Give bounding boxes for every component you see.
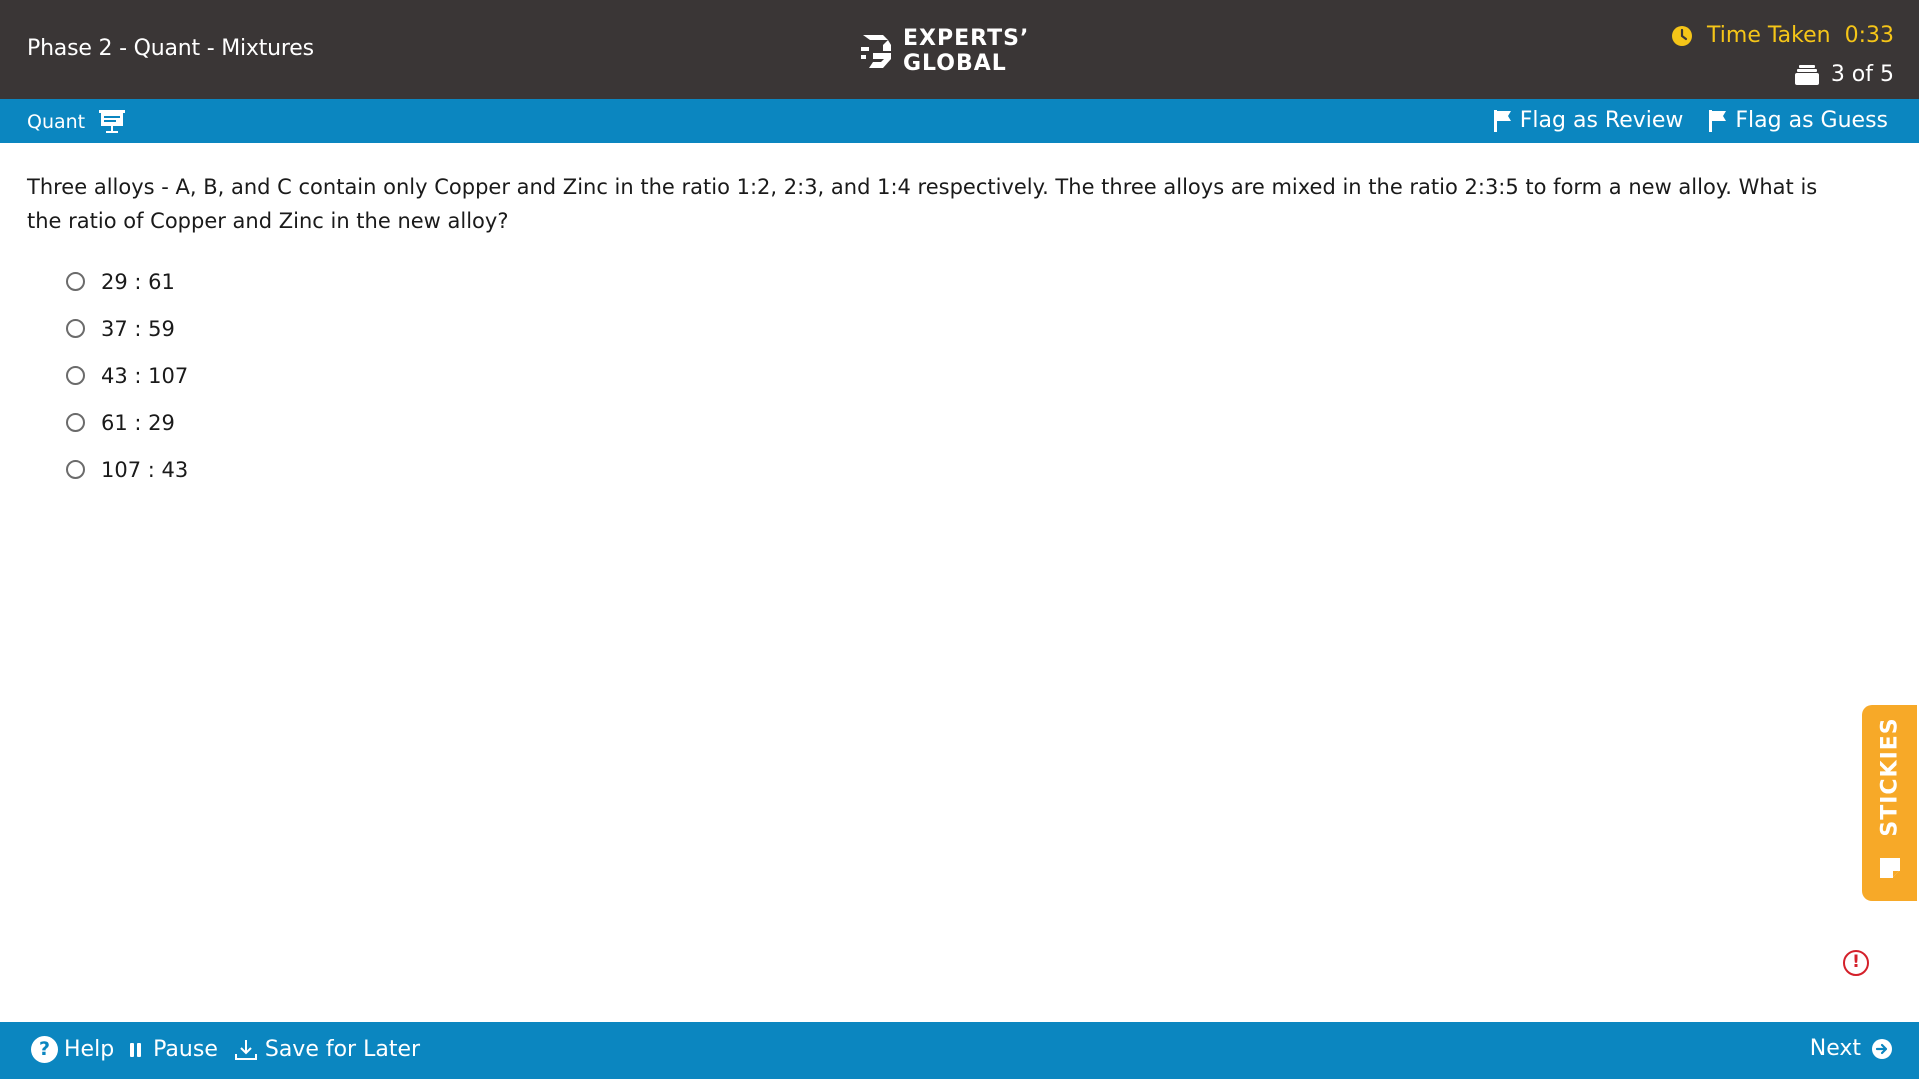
section-title: Phase 2 - Quant - Mixtures — [27, 36, 314, 61]
timer: Time Taken 0:33 — [1671, 23, 1894, 48]
whiteboard-icon[interactable] — [99, 110, 126, 134]
note-icon — [1880, 858, 1900, 878]
save-for-later-button[interactable]: Save for Later — [234, 1037, 420, 1062]
logo-line1: EXPERTS’ — [903, 26, 1030, 51]
save-for-later-label: Save for Later — [264, 1037, 421, 1062]
next-label: Next — [1809, 1036, 1861, 1061]
arrow-right-icon — [1872, 1038, 1892, 1059]
sub-toolbar: Quant Flag as Review Flag as Guess — [0, 99, 1919, 143]
flag-controls: Flag as Review Flag as Guess — [1493, 108, 1888, 133]
option-label: 43 : 107 — [101, 363, 189, 388]
option-label: 61 : 29 — [101, 410, 175, 435]
option-label: 37 : 59 — [101, 316, 175, 341]
next-button[interactable]: Next — [1810, 1036, 1893, 1061]
flag-review-button[interactable]: Flag as Review — [1493, 108, 1684, 133]
help-icon: ? — [31, 1036, 58, 1063]
subject: Quant — [27, 110, 126, 134]
radio-button[interactable] — [66, 413, 85, 432]
flag-icon — [1493, 109, 1511, 132]
flag-guess-button[interactable]: Flag as Guess — [1709, 108, 1888, 133]
download-icon — [234, 1039, 257, 1060]
help-label: Help — [64, 1037, 115, 1062]
bottom-toolbar: ? Help Pause Save for Later Next — [0, 1022, 1919, 1079]
answer-option-2[interactable]: 37 : 59 — [66, 305, 188, 352]
question-stack-icon — [1794, 64, 1819, 85]
logo-icon — [861, 35, 891, 68]
timer-value: 0:33 — [1844, 23, 1894, 48]
stickies-tab[interactable]: STICKIES — [1862, 705, 1917, 901]
question-progress: 3 of 5 — [1794, 62, 1894, 87]
flag-review-label: Flag as Review — [1519, 108, 1684, 133]
answer-option-1[interactable]: 29 : 61 — [66, 258, 188, 305]
timer-label: Time Taken — [1707, 23, 1831, 48]
experts-global-logo: EXPERTS’ GLOBAL — [857, 26, 1029, 76]
question-progress-text: 3 of 5 — [1830, 62, 1894, 87]
help-button[interactable]: ? Help — [31, 1036, 114, 1063]
option-label: 29 : 61 — [101, 269, 175, 294]
pause-icon — [130, 1042, 144, 1057]
question-text: Three alloys - A, B, and C contain only … — [27, 175, 1818, 233]
option-label: 107 : 43 — [101, 457, 189, 482]
logo-line2: GLOBAL — [903, 51, 1007, 76]
radio-button[interactable] — [66, 319, 85, 338]
top-header: Phase 2 - Quant - Mixtures EXPERTS’ GLOB… — [0, 0, 1919, 99]
radio-button[interactable] — [66, 366, 85, 385]
radio-button[interactable] — [66, 272, 85, 291]
answer-options: 29 : 61 37 : 59 43 : 107 61 : 29 107 : 4… — [66, 258, 188, 493]
flag-guess-label: Flag as Guess — [1735, 108, 1888, 133]
logo-text: EXPERTS’ GLOBAL — [903, 26, 1029, 76]
answer-option-4[interactable]: 61 : 29 — [66, 399, 188, 446]
flag-icon — [1709, 109, 1727, 132]
answer-option-5[interactable]: 107 : 43 — [66, 446, 188, 493]
clock-icon — [1672, 25, 1693, 46]
alert-icon[interactable]: ! — [1843, 950, 1869, 976]
subject-label: Quant — [27, 111, 86, 133]
bottom-left-controls: ? Help Pause Save for Later — [31, 1036, 420, 1063]
pause-label: Pause — [153, 1037, 218, 1062]
answer-option-3[interactable]: 43 : 107 — [66, 352, 188, 399]
radio-button[interactable] — [66, 460, 85, 479]
pause-button[interactable]: Pause — [130, 1037, 218, 1062]
stickies-label: STICKIES — [1877, 717, 1902, 837]
